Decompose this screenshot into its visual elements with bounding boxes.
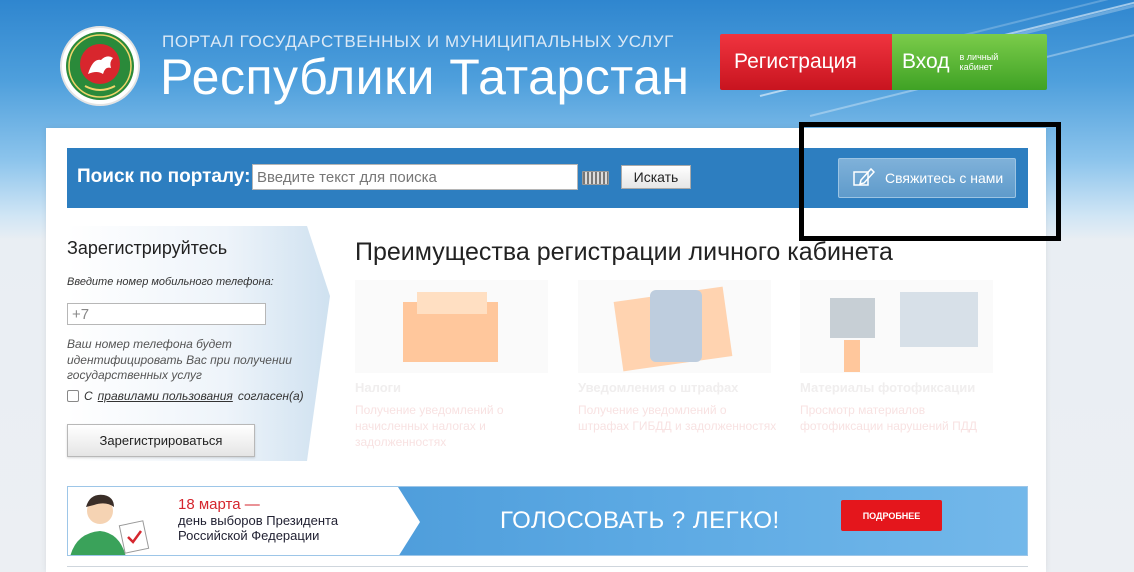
benefits-title: Преимущества регистрации личного кабинет… [355,238,893,266]
banner-date: 18 марта — [178,496,260,513]
search-button[interactable]: Искать [621,165,691,189]
benefit-name: Уведомления о штрафах [578,380,739,395]
fines-image [578,280,771,373]
taxes-image [355,280,548,373]
contact-us-button[interactable]: Свяжитесь с нами [838,158,1016,198]
banner-slogan: ГОЛОСОВАТЬ ? ЛЕГКО! [500,507,780,534]
benefit-desc: Просмотр материалов фотофиксации нарушен… [800,403,977,433]
search-input[interactable] [252,164,578,190]
election-banner[interactable]: 18 марта — день выборов Президента Росси… [67,486,1028,556]
benefit-name: Материалы фотофиксации [800,380,976,395]
phone-input[interactable] [67,303,266,325]
auth-buttons: Регистрация Вход в личный кабинет [720,34,1047,90]
banner-more-button[interactable]: ПОДРОБНЕЕ [841,500,942,531]
portal-title: Республики Татарстан [160,49,690,105]
register-submit-button[interactable]: Зарегистрироваться [67,424,255,457]
contact-us-label: Свяжитесь с нами [885,170,1004,186]
edit-pencil-icon [853,167,876,190]
tatarstan-emblem-icon[interactable] [55,24,145,108]
camera-image [800,280,993,373]
terms-checkbox[interactable] [67,390,79,402]
panel-divider [67,566,1028,567]
benefit-name: Налоги [355,380,402,395]
phone-label: Введите номер мобильного телефона: [67,276,274,288]
search-label: Поиск по порталу: [77,166,251,187]
banner-line-1: день выборов Президента [178,513,339,528]
login-label: Вход [902,50,950,73]
phone-note: Ваш номер телефона будет идентифицироват… [67,337,292,382]
terms-prefix: С [84,389,93,403]
benefit-desc: Получение уведомлений о штрафах ГИБДД и … [578,403,777,433]
terms-link[interactable]: правилами пользования [98,389,233,403]
login-sublabel: в личный кабинет [959,52,999,72]
banner-line-2: Российской Федерации [178,528,320,543]
benefit-desc: Получение уведомлений о начисленных нало… [355,403,504,449]
voter-illustration-icon [70,487,150,555]
terms-suffix: согласен(а) [237,389,304,403]
login-button[interactable]: Вход в личный кабинет [892,34,1047,90]
registration-title: Зарегистрируйтесь [67,238,228,258]
keyboard-icon[interactable] [582,171,609,185]
register-button[interactable]: Регистрация [720,34,904,90]
terms-agreement: С правилами пользования согласен(а) [67,389,304,403]
